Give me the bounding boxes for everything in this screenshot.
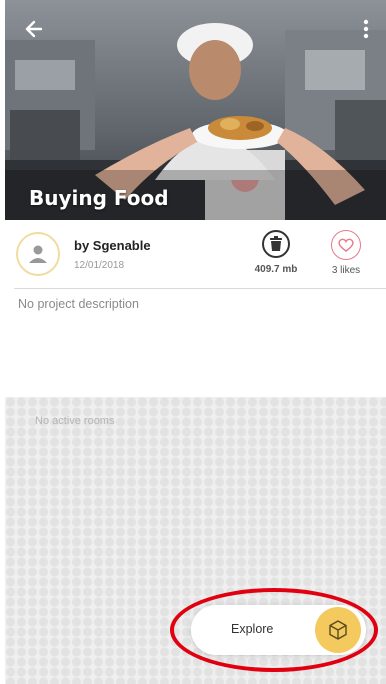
rooms-panel: No active rooms Explore [5, 397, 386, 684]
project-hero-image: Buying Food [5, 0, 386, 220]
like-button[interactable] [331, 230, 361, 260]
app-screen: Buying Food by Sgenable 12/01/2018 409.7… [0, 0, 386, 684]
download-size-block: 409.7 mb [250, 230, 302, 275]
project-description: No project description [18, 297, 139, 311]
likes-count: 3 likes [331, 265, 361, 276]
author-avatar[interactable] [16, 232, 60, 276]
explore-button[interactable]: Explore [191, 605, 366, 655]
trash-icon [270, 236, 282, 251]
project-title: Buying Food [29, 186, 169, 210]
no-rooms-text: No active rooms [35, 415, 115, 427]
author-name[interactable]: by Sgenable [74, 238, 151, 253]
cube-icon [329, 620, 347, 640]
more-options-button[interactable] [354, 14, 378, 44]
project-date: 12/01/2018 [74, 260, 125, 271]
section-divider [14, 288, 386, 289]
delete-button[interactable] [262, 230, 290, 258]
explore-icon-button[interactable] [315, 607, 361, 653]
user-icon [29, 245, 47, 263]
project-size: 409.7 mb [254, 264, 298, 275]
more-vertical-icon [363, 19, 369, 39]
arrow-left-icon [25, 20, 43, 38]
back-button[interactable] [19, 14, 49, 44]
likes-block: 3 likes [322, 230, 370, 276]
heart-icon [338, 238, 354, 252]
project-info-row: by Sgenable 12/01/2018 409.7 mb 3 likes [0, 220, 386, 288]
explore-label: Explore [231, 622, 274, 636]
